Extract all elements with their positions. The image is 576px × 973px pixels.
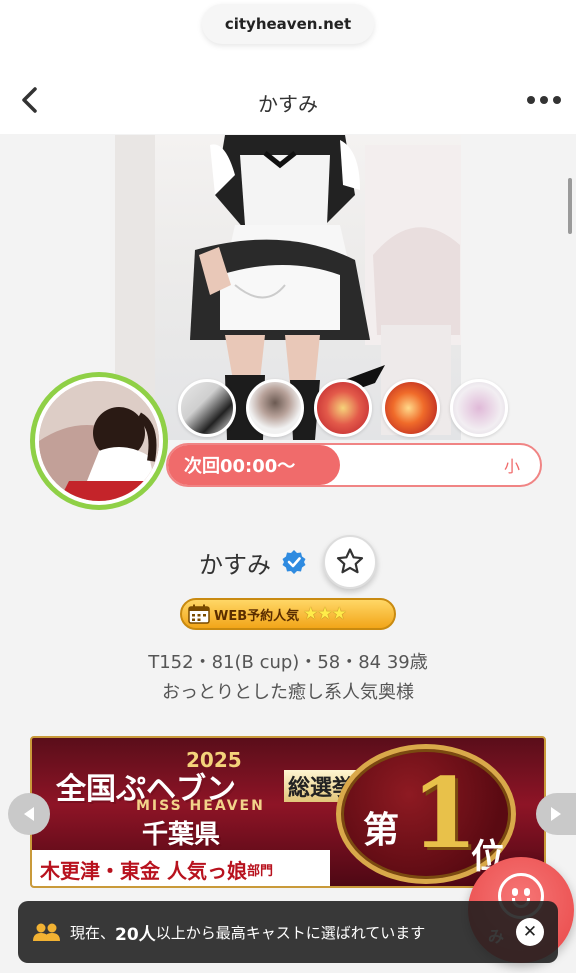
calendar-icon xyxy=(188,604,210,624)
award-banner[interactable]: 2025 全国ぷヘブン 総選挙 MISS HEAVEN 千葉県 木更津・東金 人… xyxy=(30,736,546,888)
web-reservation-badge: WEB予約人気 ★★★ xyxy=(180,598,396,630)
cast-catchphrase: おっとりとした癒し系人気奥様 xyxy=(162,682,414,703)
name-row: かすみ xyxy=(0,532,576,592)
banner-category-small: 部門 xyxy=(246,863,273,879)
thumbnail-3[interactable] xyxy=(314,379,372,437)
cast-name: かすみ xyxy=(199,550,271,579)
toast-text-after: 以上から最高キャストに選ばれています xyxy=(155,923,426,942)
rank-number: 1 xyxy=(411,757,478,870)
avatar-inner xyxy=(35,377,163,505)
more-button[interactable] xyxy=(524,82,564,118)
page: cityheaven.net かすみ 次回00:00〜 小 かすみ WEB予約人… xyxy=(0,0,576,973)
avatar[interactable] xyxy=(30,372,168,510)
star-outline-icon xyxy=(336,548,364,574)
thumbnail-5[interactable] xyxy=(450,379,508,437)
more-dots-icon xyxy=(527,96,561,104)
triangle-right-icon xyxy=(551,807,561,821)
carousel-next-button[interactable] xyxy=(536,793,576,835)
url-pill[interactable]: cityheaven.net xyxy=(202,4,374,44)
app-header: かすみ xyxy=(0,70,576,134)
toast-count: 20人 xyxy=(115,924,156,945)
badge-label: WEB予約人気 xyxy=(214,608,300,624)
browser-bar: cityheaven.net xyxy=(0,0,576,70)
scrollbar-thumb[interactable] xyxy=(568,178,572,234)
avatar-image xyxy=(39,381,159,501)
notification-toast: 現在、 20人 以上から最高キャストに選ばれています ✕ xyxy=(18,901,558,963)
close-icon[interactable]: ✕ xyxy=(516,918,544,946)
photo-thumbnails xyxy=(178,379,508,437)
page-title: かすみ xyxy=(258,92,318,116)
rank-medal: 第 1 位 xyxy=(336,744,516,884)
badge-stars: ★★★ xyxy=(303,604,347,624)
favorite-button[interactable] xyxy=(323,535,377,589)
banner-prefecture: 千葉県 xyxy=(142,820,221,850)
next-schedule-right-label: 小 xyxy=(503,457,520,476)
next-schedule-label: 次回00:00〜 xyxy=(184,456,296,477)
banner-category: 木更津・東金 人気っ娘 部門 xyxy=(32,850,330,886)
carousel-prev-button[interactable] xyxy=(8,793,50,835)
triangle-left-icon xyxy=(24,807,34,821)
thumbnail-1[interactable] xyxy=(178,379,236,437)
next-schedule-bar[interactable]: 次回00:00〜 小 xyxy=(166,443,542,487)
banner-category-text: 木更津・東金 人気っ娘 xyxy=(40,858,247,883)
cast-stats: T152・81(B cup)・58・84 39歳 xyxy=(148,652,428,673)
verified-check-icon xyxy=(282,550,306,574)
thumbnail-2[interactable] xyxy=(246,379,304,437)
people-icon xyxy=(33,923,60,941)
rank-prefix: 第 xyxy=(363,810,400,851)
banner-subtitle: MISS HEAVEN xyxy=(136,798,265,814)
thumbnail-4[interactable] xyxy=(382,379,440,437)
toast-text-before: 現在、 xyxy=(70,923,116,942)
